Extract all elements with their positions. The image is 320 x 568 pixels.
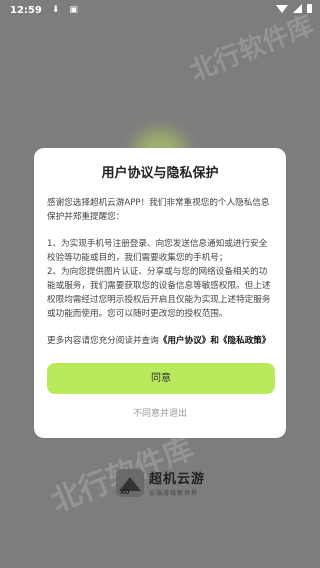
logo-icon: XO [116,468,144,497]
app-logo: XO 超机云游 云端游戏新世界 [116,468,205,497]
agree-button[interactable]: 同意 [47,363,275,394]
download-icon: ⬇ [51,5,60,15]
dialog-more-text: 更多内容请您充分阅读并查询《用户协议》和《隐私政策》 [47,334,273,348]
dialog-item-1: 1、为实现手机号注册登录、向您发送信息通知或进行安全校验等功能或目的，我们需要收… [47,239,268,263]
dialog-item-2: 2、为向您提供图片认证、分享或与您的网络设备相关的功能或服务，我们需要获取您的设… [47,267,271,319]
brand-slogan: 云端游戏新世界 [149,490,199,497]
more-prefix: 更多内容请您充分阅读并查询 [47,336,159,346]
disagree-button[interactable]: 不同意并退出 [47,406,273,419]
dialog-intro: 感谢您选择超机云游APP！我们非常重视您的个人隐私信息保护并郑重提醒您： [47,198,270,222]
privacy-policy-link[interactable]: 《隐私政策》 [219,336,271,346]
battery-icon [307,4,312,13]
and-text: 和 [210,336,219,346]
status-time: 12:59 [10,4,42,16]
logo-mark: XO [120,488,130,496]
privacy-dialog: 用户协议与隐私保护 感谢您选择超机云游APP！我们非常重视您的个人隐私信息保护并… [34,148,286,438]
app-notification-icon: ▣ [69,5,78,15]
dialog-title: 用户协议与隐私保护 [101,166,219,181]
user-agreement-link[interactable]: 《用户协议》 [159,336,211,346]
brand-name: 超机云游 [149,472,206,487]
